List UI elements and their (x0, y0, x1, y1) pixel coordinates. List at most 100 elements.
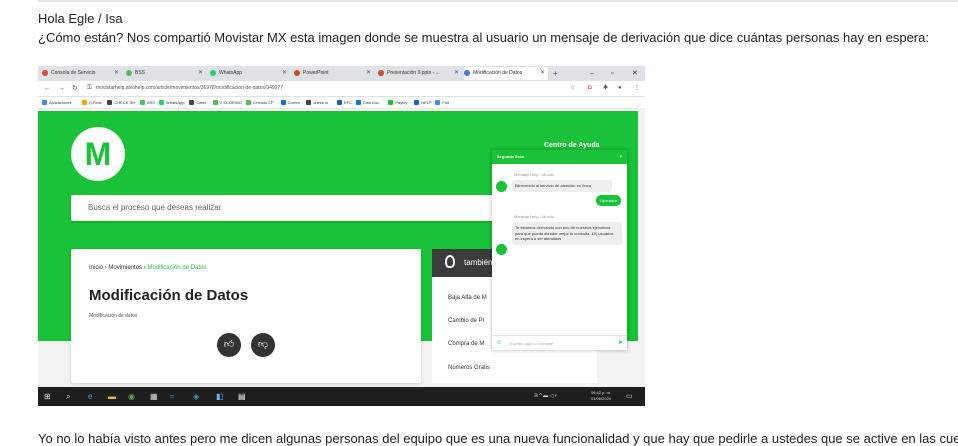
file-explorer-icon[interactable]: ▬ (108, 387, 116, 406)
sidebar-link[interactable]: Cambio de Pl (448, 318, 484, 324)
app-icon[interactable]: ≈ (170, 387, 174, 406)
edge-icon[interactable]: e (88, 387, 92, 406)
search-icon[interactable]: ⌕ (66, 387, 70, 406)
bookmark-label: BSS (147, 100, 156, 105)
close-icon[interactable]: ✕ (198, 67, 203, 80)
profile-icon[interactable]: ● (618, 83, 622, 94)
star-icon[interactable]: ☆ (570, 83, 575, 94)
browser-tab-active[interactable]: Modificación de Datos ✕ (464, 67, 548, 80)
bookmark-label: check in (313, 100, 329, 105)
chat-input[interactable]: ☺ Escribe aquí tu mensaje ➤ (492, 335, 627, 351)
menu-icon[interactable]: ⋮ (634, 83, 640, 94)
bookmark-item[interactable]: Cerrado CF (245, 97, 274, 108)
breadcrumb-section[interactable]: Movimientos (108, 265, 142, 271)
calculator-icon[interactable]: ▦ (150, 387, 158, 406)
taskbar-clock[interactable]: 06:42 p. m. 01/06/2020 (591, 390, 611, 402)
send-icon[interactable]: ➤ (618, 336, 623, 351)
bookmark-item[interactable]: Payloy (388, 97, 407, 108)
chat-message: Te estamos derivando con uno de nuestros… (512, 222, 622, 245)
bookmark-favicon-icon (42, 100, 47, 106)
new-tab-icon[interactable]: + (553, 66, 558, 81)
url-field[interactable]: movistarhelp.alvohelp.com/article/movimi… (96, 83, 283, 94)
close-icon[interactable]: ✕ (114, 67, 119, 80)
breadcrumb-home[interactable]: Inicio (89, 265, 103, 271)
address-bar: ← → ↻ ⚿ movistarhelp.alvohelp.com/articl… (38, 81, 645, 97)
chat-avatar-icon (496, 181, 507, 192)
tab-label: BSS (135, 70, 146, 76)
bookmark-label: Ctrol Doc (362, 100, 380, 105)
bookmark-item[interactable]: CHECK IN+ (107, 97, 136, 108)
search-input[interactable]: Busca el proceso que deseas realizar. (71, 195, 526, 221)
sidebar-title: también (464, 258, 493, 267)
operator-button[interactable]: Operador (596, 195, 621, 206)
notifications-icon[interactable]: ▭ (626, 387, 633, 406)
breadcrumb-separator: › (104, 265, 107, 271)
bookmark-item[interactable]: Aplicaciones (42, 97, 71, 108)
chat-header-title: Segunda llena (497, 154, 525, 159)
bookmark-favicon-icon (414, 100, 420, 106)
browser-tab[interactable]: WhatsApp ✕ (210, 67, 290, 80)
thumbs-up-button[interactable]: 👍︎ (217, 333, 241, 357)
bookmark-favicon-icon (388, 100, 394, 106)
minimize-icon[interactable]: – (590, 66, 594, 81)
close-icon[interactable]: ✕ (366, 67, 371, 80)
bookmark-item[interactable]: BSS (140, 97, 155, 108)
puzzle-icon[interactable]: ✱ (603, 83, 608, 94)
bookmark-item[interactable]: check in (306, 97, 328, 108)
close-icon[interactable]: ✕ (540, 67, 545, 80)
extension-icon[interactable]: ◘ (588, 83, 592, 94)
article-title: Modificación de Datos (89, 287, 249, 304)
system-tray[interactable]: ℝ ^ ▬ ◁ ◐ (534, 387, 558, 406)
close-icon[interactable]: ✕ (282, 67, 287, 80)
thumbs-down-button[interactable]: 👎︎ (251, 333, 275, 357)
tab-label: Modificación de Datos (473, 70, 523, 76)
breadcrumb: Inicio › Movimientos › Modificación de D… (89, 265, 206, 271)
app-icon[interactable]: ◧ (216, 387, 224, 406)
bookmark-item[interactable]: Ctrol Doc (355, 97, 380, 108)
page-scrollbar[interactable] (638, 108, 645, 387)
bookmark-item[interactable]: Flot (435, 97, 449, 108)
browser-tab[interactable]: Presentación 9.pptx - ... ✕ (378, 67, 462, 80)
bookmark-item[interactable]: 2 SCORING (212, 97, 242, 108)
reload-icon[interactable]: ↻ (72, 81, 78, 96)
tab-label: Presentación 9.pptx - ... (387, 70, 440, 76)
sidebar-link[interactable]: Baja Alta de M (448, 295, 487, 301)
chat-input-placeholder: Escribe aquí tu mensaje (510, 341, 553, 346)
bookmark-label: WhatsApp (166, 100, 185, 105)
sidebar-link[interactable]: Números Gratis (448, 365, 490, 371)
chevron-down-icon[interactable]: ▾ (619, 150, 622, 164)
sidebar-link[interactable]: Compra de M (448, 341, 484, 347)
tab-favicon-icon (126, 69, 132, 76)
bookmark-label: Cerrado CF (252, 100, 274, 105)
movistar-logo[interactable]: M (71, 127, 125, 181)
bookmark-item[interactable]: RFC (336, 97, 353, 108)
bookmark-item[interactable]: Correo (280, 97, 300, 108)
telegram-icon[interactable]: ◈ (193, 387, 199, 406)
bookmark-item[interactable]: Q-Flow (81, 97, 101, 108)
bookmark-favicon-icon (189, 100, 195, 106)
tab-label: WhatsApp (219, 70, 243, 76)
help-center-title: Centro de Ayuda (544, 142, 600, 149)
bookmark-favicon-icon (159, 100, 164, 106)
chrome-icon[interactable]: ◉ (128, 387, 135, 406)
back-icon[interactable]: ← (44, 81, 51, 96)
browser-tab[interactable]: PowerPoint ✕ (294, 67, 374, 80)
lock-icon: ⚿ (87, 85, 92, 91)
close-icon[interactable]: ✕ (454, 67, 459, 80)
maximize-icon[interactable]: ▫ (611, 66, 613, 81)
windows-start-icon[interactable]: ⊞ (44, 387, 51, 406)
forward-icon[interactable]: → (58, 81, 65, 96)
bookmark-favicon-icon (107, 100, 113, 106)
browser-tab[interactable]: Consola de Servicio ✕ (42, 67, 122, 80)
bookmark-item[interactable]: HELP (414, 97, 432, 108)
bookmark-label: RFC (343, 100, 353, 105)
tab-favicon-icon (42, 69, 48, 76)
bookmark-item[interactable]: WhatsApp (159, 97, 184, 108)
bookmark-item[interactable]: Cater (189, 97, 206, 108)
emoji-icon[interactable]: ☺ (496, 336, 502, 351)
notepad-icon[interactable]: ▤ (238, 387, 246, 406)
chat-header: Segunda llena ▾ (492, 150, 627, 164)
article-subtitle: Modificación de datos (89, 313, 138, 319)
close-window-icon[interactable]: ✕ (632, 66, 638, 81)
browser-tab[interactable]: BSS ✕ (126, 67, 206, 80)
